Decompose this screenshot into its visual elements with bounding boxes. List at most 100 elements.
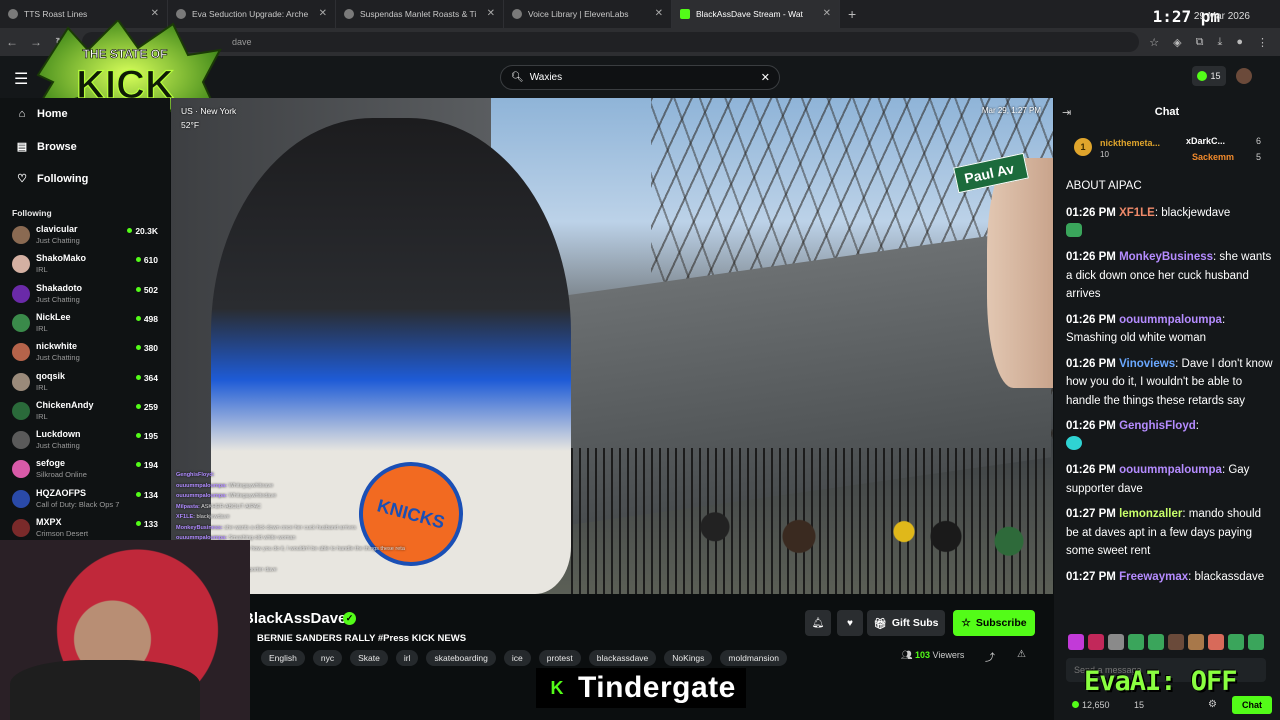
subscribe-button[interactable]: ☆ Subscribe: [953, 610, 1035, 636]
sidebar-following-item[interactable]: qoqsik IRL 364: [12, 369, 162, 398]
tag-pill[interactable]: protest: [538, 650, 581, 666]
extension-icon[interactable]: ◈: [1173, 36, 1181, 49]
sidebar-following-item[interactable]: NickLee IRL 498: [12, 310, 162, 339]
close-icon[interactable]: ✕: [151, 8, 159, 19]
tag-pill[interactable]: Skate: [350, 650, 388, 666]
chat-timestamp: 01:27 PM: [1066, 570, 1116, 583]
following-category: IRL: [36, 265, 48, 275]
chat-send-button[interactable]: Chat: [1232, 696, 1272, 714]
gift-subs-button[interactable]: 🎁︎ Gift Subs: [867, 610, 945, 636]
sidebar-item-browse[interactable]: ▤ Browse: [16, 140, 77, 154]
chat-username[interactable]: lemonzaller: [1119, 508, 1182, 520]
sidebar-following-item[interactable]: ShakoMako IRL 610: [12, 251, 162, 280]
following-category: Just Chatting: [36, 441, 80, 451]
gear-icon[interactable]: ⚙: [1208, 699, 1217, 710]
emote-icon[interactable]: [1208, 634, 1224, 650]
download-icon[interactable]: ⤓: [1217, 36, 1222, 49]
following-category: Call of Duty: Black Ops 7: [36, 499, 120, 509]
tag-pill[interactable]: irl: [395, 650, 419, 666]
emote-icon[interactable]: [1168, 634, 1184, 650]
reload-icon[interactable]: ↻: [48, 35, 72, 49]
sidebar-following-item[interactable]: HQZAOFPS Call of Duty: Black Ops 7 134: [12, 486, 162, 515]
close-icon[interactable]: ✕: [655, 8, 663, 19]
browser-tab[interactable]: Voice Library | ElevenLabs ✕: [504, 0, 672, 28]
emote-icon[interactable]: [1188, 634, 1204, 650]
url-field[interactable]: dave: [82, 32, 1140, 52]
notification-bell-button[interactable]: 🔔︎: [805, 610, 831, 636]
forward-icon[interactable]: →: [24, 35, 48, 49]
emote-icon[interactable]: [1088, 634, 1104, 650]
back-icon[interactable]: ←: [0, 35, 24, 49]
tag-pill[interactable]: moldmansion: [720, 650, 787, 666]
emote-icon[interactable]: [1148, 634, 1164, 650]
overlay-chat-line: ouuummpaloumpa: Whitegaywhiteave: [176, 481, 476, 492]
follow-heart-button[interactable]: ♥: [837, 610, 863, 636]
chat-header: Chat: [1154, 106, 1180, 118]
menu-dots-icon[interactable]: ⋮: [1257, 36, 1268, 49]
profile-icon[interactable]: ●: [1236, 36, 1243, 49]
sidebar-following-item[interactable]: Luckdown Just Chatting 195: [12, 427, 162, 456]
chat-username[interactable]: oouummpaloumpa: [1119, 464, 1222, 476]
search-input[interactable]: 🔍︎ Waxies ✕: [500, 65, 780, 90]
browser-tab[interactable]: TTS Roast Lines ✕: [0, 0, 168, 28]
sidebar-following-item[interactable]: clavicular Just Chatting 20.3K: [12, 222, 162, 251]
tab-label: Eva Seduction Upgrade: Arche: [192, 9, 309, 19]
third-gifter-name[interactable]: Sackemm: [1192, 152, 1234, 162]
chat-username[interactable]: Vinoviews: [1119, 358, 1175, 370]
following-category: Just Chatting: [36, 294, 80, 304]
tag-pill[interactable]: NoKings: [664, 650, 713, 666]
channel-points[interactable]: 12,650: [1072, 700, 1110, 710]
sidebar-item-following[interactable]: ♡ Following: [16, 172, 88, 186]
chat-colon: :: [1221, 464, 1226, 476]
tag-pill[interactable]: skateboarding: [426, 650, 496, 666]
tag-pill[interactable]: blackassdave: [588, 650, 657, 666]
sidebar-following-item[interactable]: ChickenAndy IRL 259: [12, 398, 162, 427]
chat-username[interactable]: XF1LE: [1119, 207, 1155, 219]
avatar: [12, 372, 30, 391]
user-avatar[interactable]: [1236, 68, 1252, 84]
following-name: MXPX: [36, 517, 62, 527]
tag-pill[interactable]: nyc: [312, 650, 343, 666]
tag-pill[interactable]: ice: [503, 650, 531, 666]
bookmark-star-icon[interactable]: ☆: [1149, 36, 1159, 49]
kick-points-badge[interactable]: 15: [1192, 66, 1226, 86]
emote-icon[interactable]: [1068, 634, 1084, 650]
overlay-chat-line: ouuummpaloumpa: Whitegaywhitedave: [176, 491, 476, 502]
subscribe-label: Subscribe: [975, 617, 1027, 629]
chat-username[interactable]: Freewaymax: [1119, 571, 1188, 583]
sidebar-following-item[interactable]: sefoge Silkroad Online 194: [12, 456, 162, 485]
close-icon[interactable]: ✕: [487, 8, 495, 19]
sidebar-following-item[interactable]: nickwhite Just Chatting 380: [12, 339, 162, 368]
chat-username[interactable]: oouummpaloumpa: [1119, 314, 1222, 326]
emote-icon[interactable]: [1128, 634, 1144, 650]
top-gifter-name[interactable]: nickthemeta...: [1100, 138, 1160, 148]
second-gifter-name[interactable]: xDarkC...: [1186, 136, 1225, 146]
emote-icon[interactable]: [1248, 634, 1264, 650]
close-icon[interactable]: ✕: [823, 8, 831, 19]
close-icon[interactable]: ✕: [319, 8, 327, 19]
sidebar-item-home[interactable]: ⌂ Home: [16, 108, 68, 120]
puzzle-icon[interactable]: ⧉: [1196, 36, 1204, 49]
emote-icon[interactable]: [1228, 634, 1244, 650]
tag-pill[interactable]: English: [261, 650, 305, 666]
chat-message: 01:26 PM oouummpaloumpa: Gay supporter d…: [1066, 461, 1274, 498]
new-tab-icon[interactable]: +: [848, 6, 856, 22]
following-viewers: 194: [136, 460, 158, 470]
hamburger-menu-icon[interactable]: ☰: [14, 69, 28, 89]
sidebar-following-item[interactable]: Shakadoto Just Chatting 502: [12, 281, 162, 310]
share-icon[interactable]: ⤴: [985, 649, 995, 664]
chat-username[interactable]: GenghisFloyd: [1119, 420, 1196, 432]
browser-tab-active[interactable]: BlackAssDave Stream - Wat ✕: [672, 0, 840, 28]
clear-search-icon[interactable]: ✕: [761, 71, 770, 84]
report-icon[interactable]: ⚠: [1017, 649, 1026, 660]
chat-colon: :: [1188, 570, 1192, 583]
browser-tab[interactable]: Eva Seduction Upgrade: Arche ✕: [168, 0, 336, 28]
emote-icon[interactable]: [1108, 634, 1124, 650]
following-name: ShakoMako: [36, 253, 87, 264]
avatar: [12, 489, 30, 508]
streamer-name[interactable]: BlackAssDave: [243, 610, 346, 627]
browser-tab[interactable]: Suspendas Manlet Roasts & Ti ✕: [336, 0, 504, 28]
video-player[interactable]: KNICKS Paul Av US · New York 52°F Mar 29…: [171, 98, 1053, 594]
overlay-chat-line: MonkeyBusiness: she wants a dick down on…: [176, 523, 476, 534]
chat-username[interactable]: MonkeyBusiness: [1119, 251, 1213, 263]
